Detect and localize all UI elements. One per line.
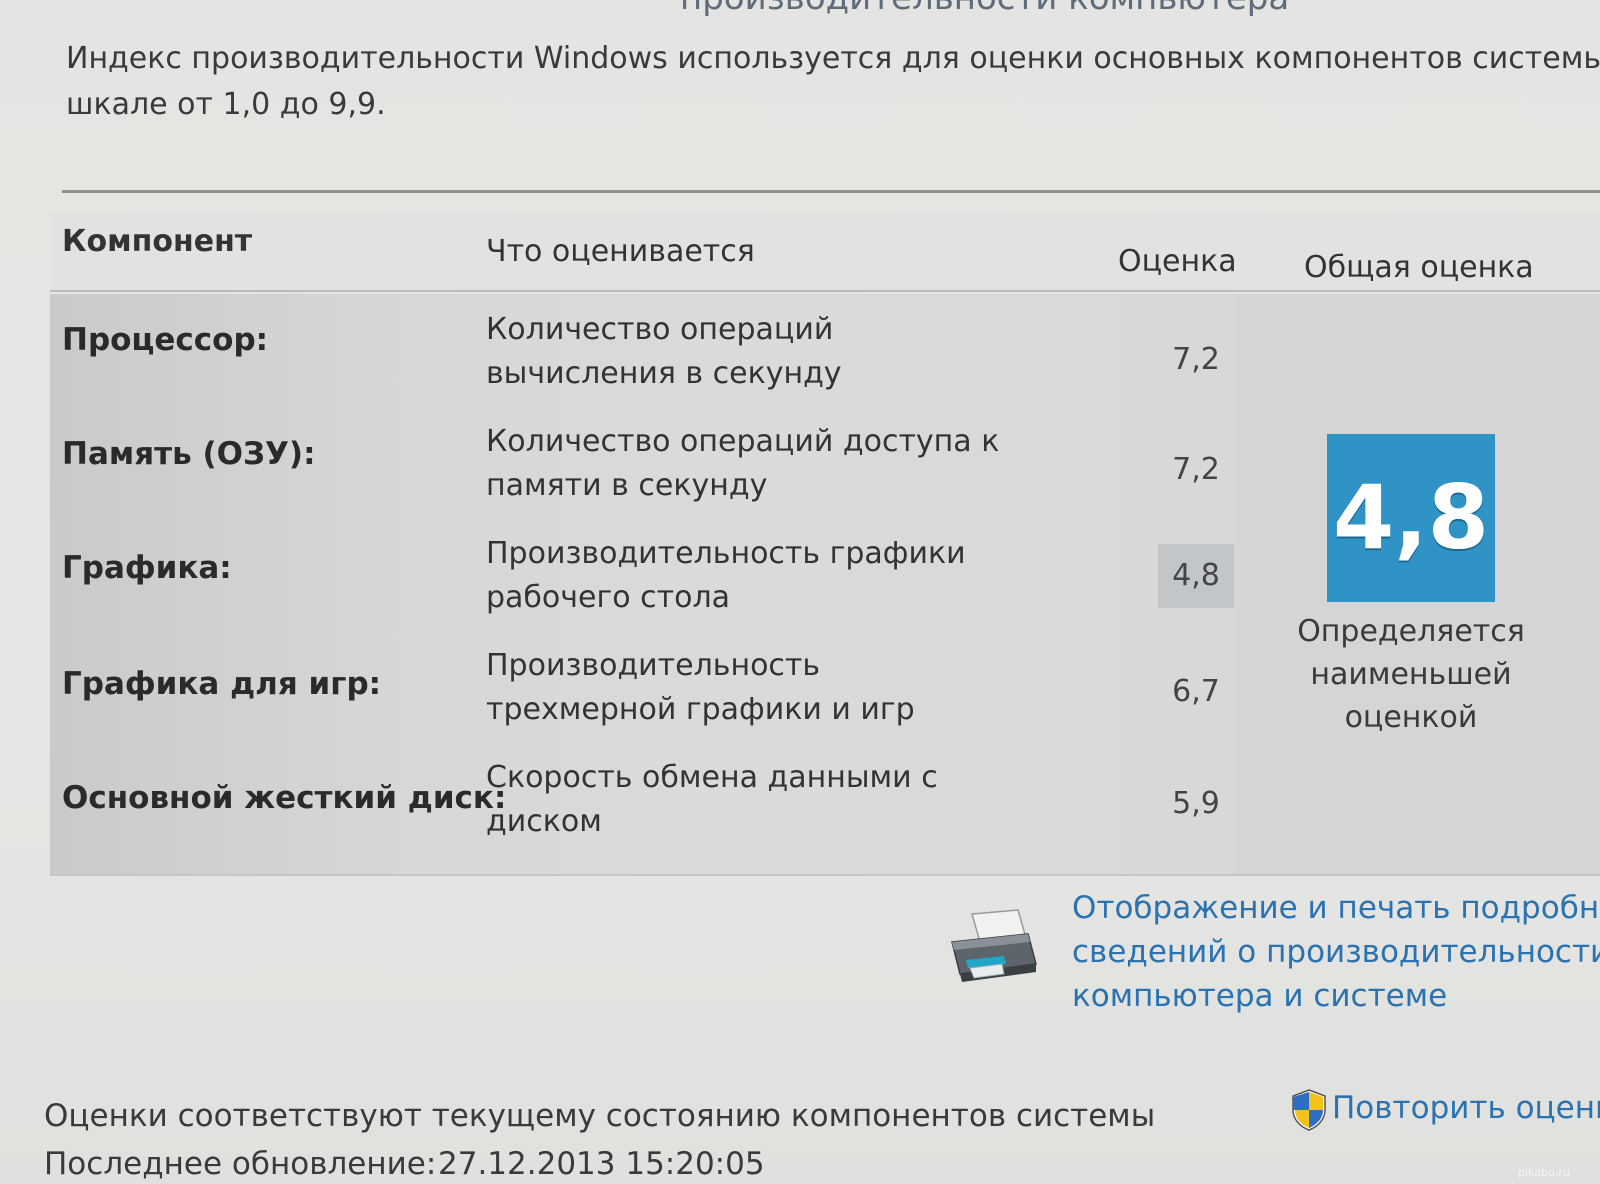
performance-index-page: производительности компьютера Индекс про…	[0, 0, 1600, 1184]
base-score-caption: Определяется наименьшей оценкой	[1275, 610, 1547, 739]
row-description: Количество операций доступа к памяти в с…	[486, 420, 1046, 508]
row-component: Графика:	[62, 550, 232, 586]
window-title: производительности компьютера	[680, 0, 1289, 18]
row-description-line: диском	[486, 804, 602, 839]
row-description: Скорость обмена данными с диском	[486, 756, 1046, 844]
base-score-panel: 4,8 Определяется наименьшей оценкой	[1235, 294, 1600, 874]
header-divider	[50, 290, 1600, 292]
table-header: Компонент Что оценивается Оценка Общая о…	[50, 212, 1600, 292]
header-total: Общая оценка	[1304, 250, 1534, 285]
print-details-link[interactable]: Отображение и печать подробных сведений …	[1072, 886, 1600, 1018]
row-score: 7,2	[1172, 452, 1220, 487]
base-score-badge: 4,8	[1327, 434, 1495, 602]
table-row: Графика для игр: Производительность трех…	[50, 630, 1235, 742]
scores-status-note: Оценки соответствуют текущему состоянию …	[44, 1098, 1156, 1134]
row-description-line: Количество операций	[486, 312, 834, 347]
row-component: Графика для игр:	[62, 666, 382, 702]
print-details-link-line[interactable]: компьютера и системе	[1072, 974, 1600, 1018]
table-row: Память (ОЗУ): Количество операций доступ…	[50, 406, 1235, 518]
row-description: Производительность графики рабочего стол…	[486, 532, 1046, 620]
header-component: Компонент	[62, 224, 253, 259]
shield-icon[interactable]	[1290, 1088, 1328, 1132]
row-component: Основной жесткий диск:	[62, 780, 507, 816]
row-description-line: трехмерной графики и игр	[486, 692, 915, 727]
table-bottom-divider	[50, 874, 1600, 876]
base-score-caption-line: наименьшей	[1310, 657, 1512, 692]
row-description-line: вычисления в секунду	[486, 356, 842, 391]
watermark: pikabu.ru	[1518, 1166, 1570, 1179]
row-description-line: памяти в секунду	[486, 468, 768, 503]
intro-line-1: Индекс производительности Windows исполь…	[66, 41, 1600, 76]
table-rows: Процессор: Количество операций вычислени…	[50, 294, 1235, 874]
row-description: Количество операций вычисления в секунду	[486, 308, 1046, 396]
row-description-line: Производительность	[486, 648, 821, 683]
intro-line-2: шкале от 1,0 до 9,9.	[66, 87, 386, 122]
row-component: Процессор:	[62, 322, 269, 358]
last-update: Последнее обновление: 27.12.2013 15:20:0…	[44, 1146, 1044, 1182]
header-score: Оценка	[1118, 244, 1237, 279]
table-row: Графика: Производительность графики рабо…	[50, 518, 1235, 630]
table-row: Процессор: Количество операций вычислени…	[50, 294, 1235, 406]
last-update-value: 27.12.2013 15:20:05	[438, 1146, 765, 1182]
row-score-lowest: 4,8	[1158, 544, 1234, 608]
base-score-caption-line: оценкой	[1344, 700, 1478, 735]
divider	[62, 190, 1600, 193]
row-score: 7,2	[1172, 342, 1220, 377]
printer-icon[interactable]	[944, 908, 1040, 988]
row-component: Память (ОЗУ):	[62, 436, 316, 472]
row-description: Производительность трехмерной графики и …	[486, 644, 1046, 732]
rerun-assessment-link[interactable]: Повторить оценку	[1332, 1090, 1600, 1126]
row-description-line: Производительность графики	[486, 536, 966, 571]
print-details-link-line[interactable]: Отображение и печать подробных	[1072, 886, 1600, 930]
intro-text: Индекс производительности Windows исполь…	[66, 36, 1600, 128]
base-score-caption-line: Определяется	[1297, 614, 1525, 649]
row-score: 6,7	[1172, 674, 1220, 709]
print-details-link-line[interactable]: сведений о производительности	[1072, 930, 1600, 974]
table-row: Основной жесткий диск: Скорость обмена д…	[50, 742, 1235, 854]
header-what: Что оценивается	[486, 234, 755, 269]
row-score: 5,9	[1172, 786, 1220, 821]
row-description-line: Количество операций доступа к	[486, 424, 1000, 459]
row-description-line: Скорость обмена данными с	[486, 760, 938, 795]
scores-table: Компонент Что оценивается Оценка Общая о…	[50, 212, 1600, 876]
last-update-label: Последнее обновление:	[44, 1146, 437, 1182]
row-description-line: рабочего стола	[486, 580, 730, 615]
